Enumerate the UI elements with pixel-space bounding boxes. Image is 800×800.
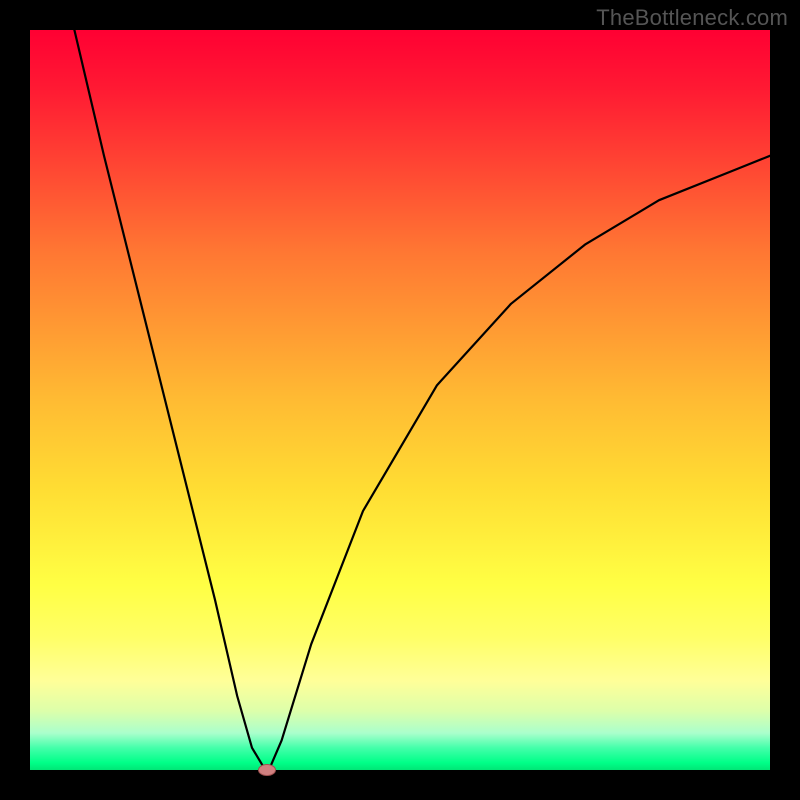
watermark-text: TheBottleneck.com (596, 5, 788, 31)
plot-area (30, 30, 770, 770)
chart-container: TheBottleneck.com (0, 0, 800, 800)
bottleneck-curve (30, 30, 770, 770)
minimum-marker (258, 764, 276, 776)
